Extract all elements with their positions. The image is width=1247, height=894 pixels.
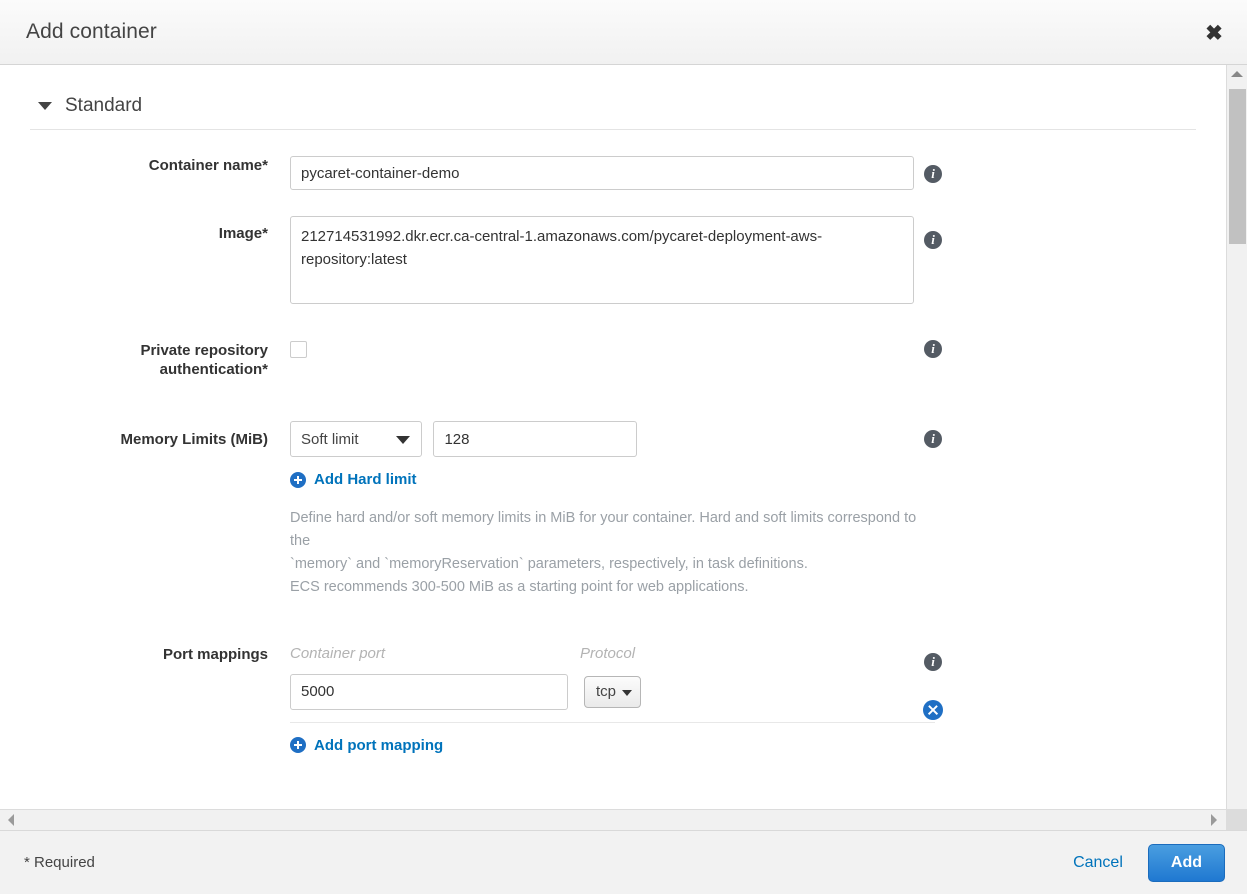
memory-limit-type-select[interactable]: Soft limit bbox=[290, 421, 422, 457]
scroll-left-arrow-icon[interactable] bbox=[2, 810, 20, 830]
form-scroll-area: Standard Container name* i Image* i bbox=[0, 65, 1226, 830]
info-icon-port-mappings[interactable]: i bbox=[924, 653, 942, 671]
container-name-label: Container name* bbox=[30, 156, 290, 175]
section-divider bbox=[30, 129, 1196, 130]
field-row-port-mappings: Port mappings Container port Protocol tc… bbox=[0, 645, 1226, 759]
add-port-mapping-button[interactable]: Add port mapping bbox=[290, 737, 443, 754]
horizontal-scrollbar[interactable] bbox=[0, 809, 1247, 830]
protocol-select[interactable]: tcp bbox=[584, 676, 641, 708]
field-row-image: Image* i bbox=[0, 216, 1226, 309]
info-icon-container-name[interactable]: i bbox=[924, 165, 942, 183]
protocol-value: tcp bbox=[596, 683, 616, 700]
field-row-container-name: Container name* i bbox=[0, 156, 1226, 190]
section-standard-header[interactable]: Standard bbox=[0, 65, 1226, 117]
remove-port-mapping-icon[interactable] bbox=[923, 700, 943, 720]
cancel-button[interactable]: Cancel bbox=[1073, 854, 1123, 872]
image-textarea[interactable] bbox=[290, 216, 914, 304]
chevron-down-icon bbox=[396, 436, 410, 444]
add-container-modal: Add container ✖ Standard Container name*… bbox=[0, 0, 1247, 894]
info-icon-private-repo-auth[interactable]: i bbox=[924, 340, 942, 358]
vertical-scrollbar-thumb[interactable] bbox=[1229, 89, 1246, 244]
port-mapping-row: tcp bbox=[290, 662, 935, 723]
chevron-down-icon bbox=[622, 690, 632, 696]
memory-help-line-1: Define hard and/or soft memory limits in… bbox=[290, 507, 930, 553]
modal-header: Add container ✖ bbox=[0, 0, 1247, 65]
section-title: Standard bbox=[65, 95, 142, 117]
image-control: i bbox=[290, 216, 1226, 309]
vertical-scrollbar[interactable] bbox=[1226, 65, 1247, 830]
memory-limits-inputs: Soft limit bbox=[290, 421, 1226, 457]
container-name-input[interactable] bbox=[290, 156, 914, 190]
field-row-private-repo-auth: Private repository authentication* i bbox=[0, 341, 1226, 379]
private-repo-auth-control: i bbox=[290, 341, 1226, 358]
memory-limit-type-value: Soft limit bbox=[301, 431, 359, 448]
info-icon-memory-limits[interactable]: i bbox=[924, 430, 942, 448]
chevron-down-icon[interactable] bbox=[38, 102, 52, 110]
footer-actions: Cancel Add bbox=[1073, 844, 1247, 882]
plus-circle-icon bbox=[290, 737, 306, 753]
memory-limits-label: Memory Limits (MiB) bbox=[30, 421, 290, 449]
port-mappings-control: Container port Protocol tcp Add port map… bbox=[290, 645, 1226, 759]
memory-help-line-2: `memory` and `memoryReservation` paramet… bbox=[290, 553, 930, 576]
info-icon-image[interactable]: i bbox=[924, 231, 942, 249]
memory-limits-help: Define hard and/or soft memory limits in… bbox=[290, 507, 930, 599]
modal-footer: * Required Cancel Add bbox=[0, 830, 1247, 894]
field-row-memory-limits: Memory Limits (MiB) Soft limit Add Hard … bbox=[0, 421, 1226, 599]
plus-circle-icon bbox=[290, 472, 306, 488]
scroll-up-arrow-icon[interactable] bbox=[1227, 65, 1247, 83]
col-header-container-port: Container port bbox=[290, 645, 580, 662]
add-port-mapping-label: Add port mapping bbox=[314, 737, 443, 754]
add-button[interactable]: Add bbox=[1148, 844, 1225, 882]
memory-limit-value-input[interactable] bbox=[433, 421, 637, 457]
add-hard-limit-button[interactable]: Add Hard limit bbox=[290, 471, 417, 488]
scroll-right-arrow-icon[interactable] bbox=[1205, 810, 1223, 830]
private-repo-auth-label: Private repository authentication* bbox=[30, 341, 290, 379]
modal-body: Standard Container name* i Image* i bbox=[0, 65, 1247, 830]
memory-limits-control: Soft limit Add Hard limit Define hard an… bbox=[290, 421, 1226, 599]
private-repo-auth-checkbox[interactable] bbox=[290, 341, 307, 358]
close-icon[interactable]: ✖ bbox=[1201, 22, 1227, 48]
add-hard-limit-label: Add Hard limit bbox=[314, 471, 417, 488]
col-header-protocol: Protocol bbox=[580, 645, 780, 662]
scrollbar-corner bbox=[1226, 809, 1247, 830]
required-note: * Required bbox=[0, 854, 95, 871]
page-title: Add container bbox=[0, 20, 157, 44]
image-label: Image* bbox=[30, 216, 290, 243]
port-mappings-header-row: Container port Protocol bbox=[290, 645, 1226, 662]
container-port-input[interactable] bbox=[290, 674, 568, 710]
memory-help-line-3: ECS recommends 300-500 MiB as a starting… bbox=[290, 576, 930, 599]
port-mappings-label: Port mappings bbox=[30, 645, 290, 664]
container-name-control: i bbox=[290, 156, 1226, 190]
